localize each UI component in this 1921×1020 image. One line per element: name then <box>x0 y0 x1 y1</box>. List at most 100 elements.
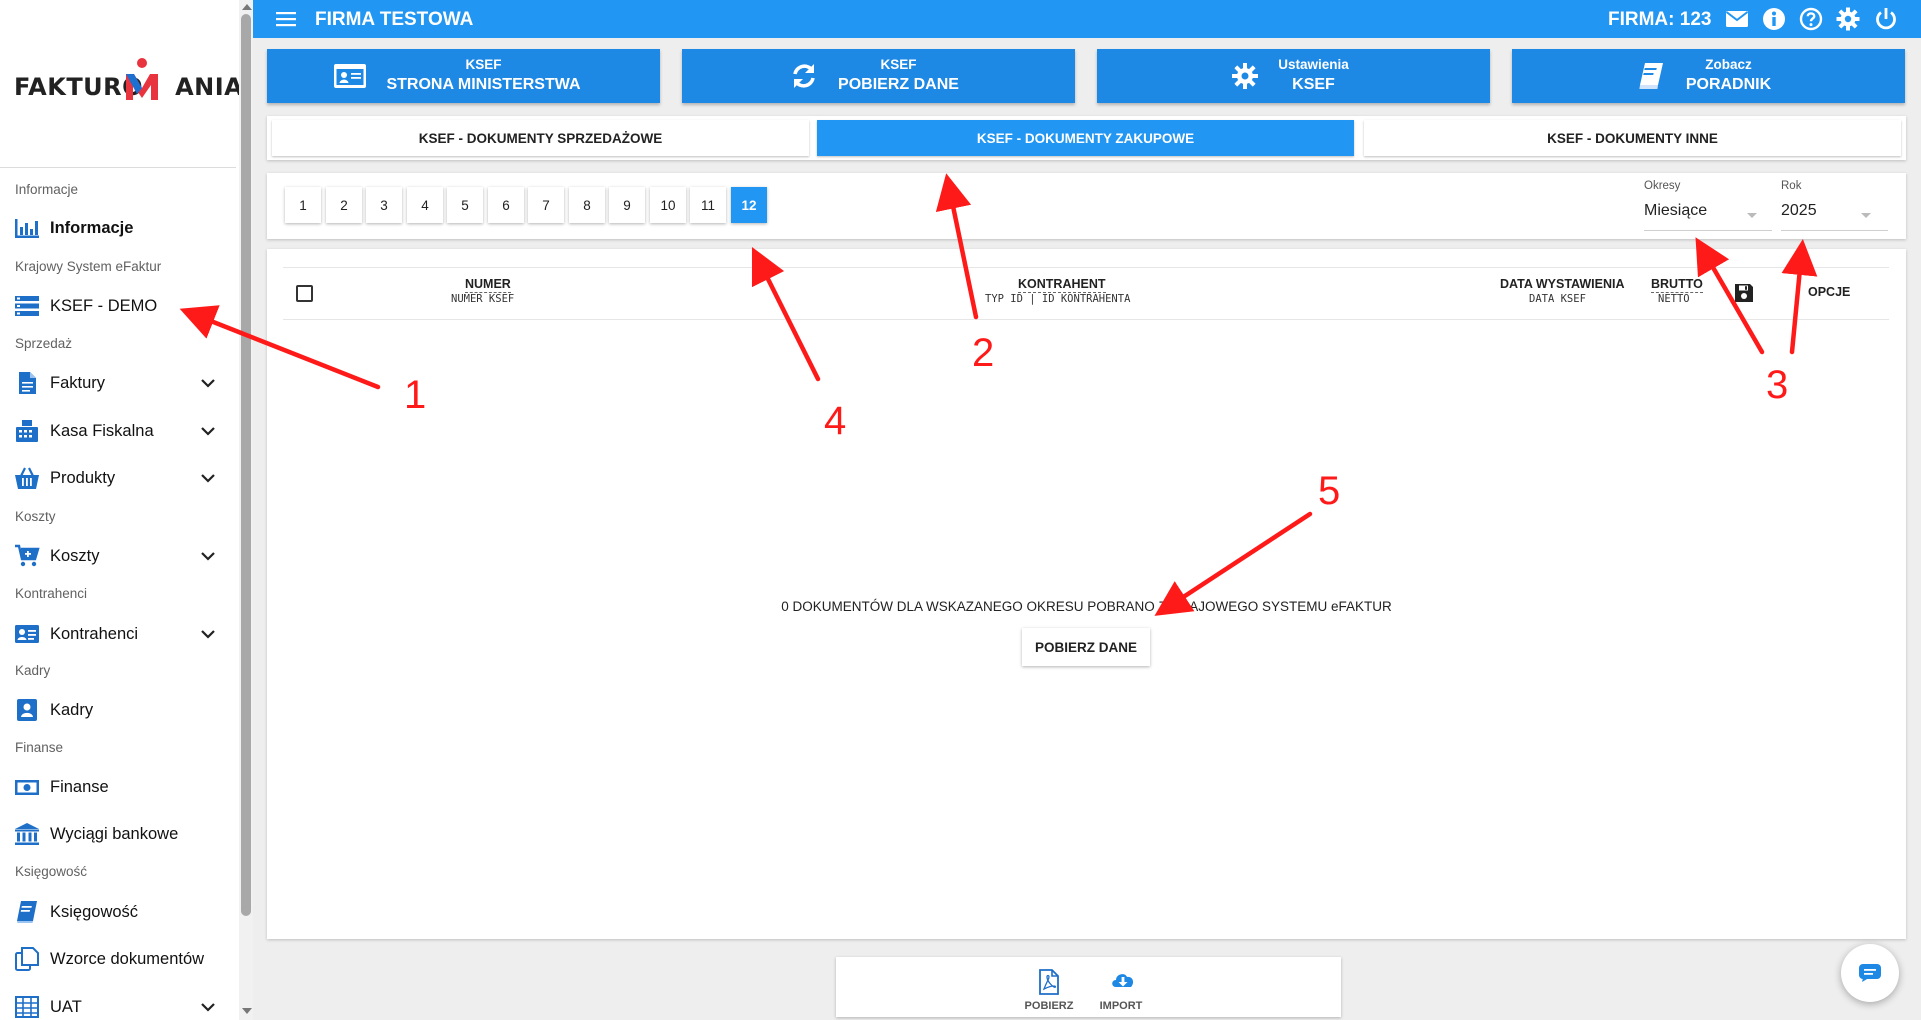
section-label: Księgowość <box>15 864 88 879</box>
annotation-number-2: 2 <box>972 331 995 375</box>
sidebar-item-kadry[interactable]: Kadry <box>0 690 232 730</box>
sidebar-item-label: KSEF - DEMO <box>50 296 158 315</box>
chevron-down-icon <box>201 630 215 639</box>
sidebar-item-uat[interactable]: UAT <box>0 987 232 1020</box>
sidebar-item-label: Faktury <box>50 373 106 392</box>
page-button-4[interactable]: 4 <box>407 187 443 223</box>
bottom-action-bar: POBIERZ IMPORT <box>836 957 1341 1017</box>
col-data-wystawienia[interactable]: DATA WYSTAWIENIA <box>1500 277 1625 291</box>
tab-dokumenty-sprzedazowe[interactable]: KSEF - DOKUMENTY SPRZEDAŻOWE <box>272 120 809 156</box>
sidebar-item-wzorce-dokumentow[interactable]: Wzorce dokumentów <box>0 939 232 979</box>
sidebar-item-kontrahenci[interactable]: Kontrahenci <box>0 614 232 654</box>
sidebar-item-label: Wyciągi bankowe <box>50 824 179 843</box>
page-button-7[interactable]: 7 <box>528 187 564 223</box>
card-title-bottom: PORADNIK <box>1685 76 1772 93</box>
mail-icon[interactable] <box>1725 7 1749 31</box>
tab-dokumenty-zakupowe[interactable]: KSEF - DOKUMENTY ZAKUPOWE <box>817 120 1354 156</box>
chevron-down-icon <box>201 1003 215 1012</box>
sidebar-item-label: Finanse <box>50 777 109 796</box>
copy-icon <box>15 947 39 971</box>
scroll-up-arrow-icon[interactable] <box>242 4 252 10</box>
sidebar-scrollbar-thumb[interactable] <box>241 14 251 916</box>
help-icon[interactable] <box>1799 7 1823 31</box>
rok-select[interactable]: Rok 2025 <box>1781 180 1888 231</box>
company-name: FIRMA TESTOWA <box>315 9 474 30</box>
col-kontrahent[interactable]: KONTRAHENT <box>1018 277 1106 293</box>
chevron-down-icon <box>201 552 215 561</box>
col-brutto[interactable]: BRUTTO <box>1651 277 1703 293</box>
page-button-5[interactable]: 5 <box>447 187 483 223</box>
card-ksef-strona-ministerstwa[interactable]: KSEF STRONA MINISTERSTWA <box>267 49 660 103</box>
select-all-checkbox[interactable] <box>296 285 313 302</box>
card-ksef-pobierz-dane[interactable]: KSEF POBIERZ DANE <box>682 49 1075 103</box>
tab-dokumenty-inne[interactable]: KSEF - DOKUMENTY INNE <box>1364 120 1901 156</box>
annotation-number-5: 5 <box>1318 469 1341 513</box>
caret-down-icon <box>1861 213 1871 218</box>
person-book-icon <box>17 699 37 721</box>
col-numer-ksef: NUMER KSEF <box>451 293 515 305</box>
power-icon[interactable] <box>1874 7 1898 31</box>
sidebar-item-koszty[interactable]: Koszty <box>0 536 232 576</box>
firma-number: FIRMA: 123 <box>1608 9 1712 30</box>
okresy-value: Miesiące <box>1644 202 1708 219</box>
annotation-number-1: 1 <box>404 373 427 417</box>
cloud-download-icon <box>1112 974 1134 987</box>
caret-down-icon <box>1747 213 1757 218</box>
col-numer[interactable]: NUMER <box>465 277 511 293</box>
sidebar-item-kasa-fiskalna[interactable]: Kasa Fiskalna <box>0 411 232 451</box>
section-label: Finanse <box>15 740 64 755</box>
sidebar-item-ksiegowosc[interactable]: Księgowość <box>0 892 232 932</box>
scroll-down-arrow-icon[interactable] <box>242 1008 252 1014</box>
page-button-3[interactable]: 3 <box>366 187 402 223</box>
section-label: Krajowy System eFaktur <box>15 259 162 274</box>
okresy-select[interactable]: Okresy Miesiące <box>1644 180 1772 231</box>
logo-m-mark <box>126 58 158 100</box>
card-title-top: Ustawienia <box>1278 57 1349 72</box>
page-button-12[interactable]: 12 <box>731 187 767 223</box>
sidebar-item-produkty[interactable]: Produkty <box>0 458 232 498</box>
page-button-10[interactable]: 10 <box>650 187 686 223</box>
basket-icon <box>15 467 39 489</box>
page-button-8[interactable]: 8 <box>569 187 605 223</box>
sidebar-item-faktury[interactable]: Faktury <box>0 363 232 403</box>
sidebar-item-informacje[interactable]: Informacje <box>0 208 232 248</box>
contact-card-icon <box>15 625 39 643</box>
section-label: Koszty <box>15 509 56 524</box>
card-zobacz-poradnik[interactable]: Zobacz PORADNIK <box>1512 49 1905 103</box>
hamburger-menu-icon[interactable] <box>275 9 297 29</box>
pobierz-pdf-button[interactable]: POBIERZ <box>1014 965 1084 1012</box>
card-ustawienia-ksef[interactable]: Ustawienia KSEF <box>1097 49 1490 103</box>
sidebar-item-label: Produkty <box>50 468 116 487</box>
card-title-top: KSEF <box>465 57 502 72</box>
col-netto: NETTO <box>1658 293 1690 305</box>
chat-button[interactable] <box>1841 944 1899 1002</box>
page-button-2[interactable]: 2 <box>326 187 362 223</box>
page-button-9[interactable]: 9 <box>609 187 645 223</box>
server-list-icon <box>15 296 39 316</box>
import-label: IMPORT <box>1099 1000 1143 1012</box>
page-button-11[interactable]: 11 <box>690 187 726 223</box>
sidebar-separator <box>0 167 236 168</box>
sidebar-item-wyciagi-bankowe[interactable]: Wyciągi bankowe <box>0 814 232 854</box>
document-icon <box>19 372 36 394</box>
card-title-bottom: POBIERZ DANE <box>838 76 959 93</box>
sidebar-item-finanse[interactable]: Finanse <box>0 767 232 807</box>
logo[interactable]: FAKTURO ANIA <box>14 58 243 112</box>
sidebar-item-ksef-demo[interactable]: KSEF - DEMO <box>0 286 232 326</box>
pobierz-dane-button[interactable]: POBIERZ DANE <box>1022 628 1150 666</box>
col-kontrahent-sub: TYP ID | ID KONTRAHENTA <box>985 293 1131 305</box>
sidebar-item-label: UAT <box>50 997 82 1016</box>
section-label: Informacje <box>15 182 79 197</box>
section-label: Kadry <box>15 663 51 678</box>
pobierz-label: POBIERZ <box>1024 1000 1074 1012</box>
import-button[interactable]: IMPORT <box>1086 965 1156 1012</box>
table-header-border <box>283 267 1889 268</box>
col-data-ksef: DATA KSEF <box>1529 293 1586 305</box>
info-icon[interactable] <box>1762 7 1786 31</box>
chat-icon <box>1859 964 1881 982</box>
page-button-6[interactable]: 6 <box>488 187 524 223</box>
page-button-1[interactable]: 1 <box>285 187 321 223</box>
pdf-file-icon <box>1039 969 1059 995</box>
gear-icon[interactable] <box>1836 7 1860 31</box>
save-floppy-icon[interactable] <box>1734 283 1754 303</box>
